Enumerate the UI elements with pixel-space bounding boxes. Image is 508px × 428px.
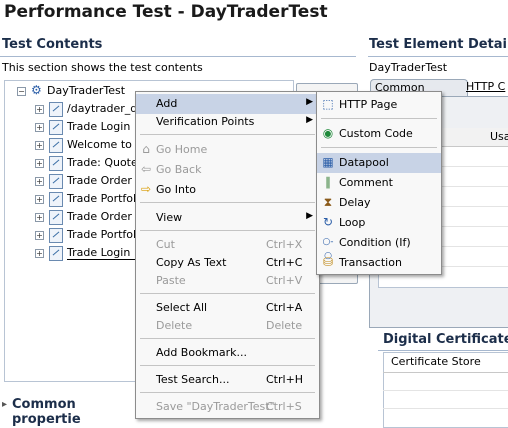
loop-icon: ↻: [322, 215, 334, 229]
page-icon: [49, 210, 63, 225]
submenu-arrow-icon: ▶: [306, 97, 313, 107]
menu-separator: [140, 338, 315, 339]
table-row-line: [383, 390, 508, 391]
menu-separator: [140, 134, 315, 135]
menu-separator: [321, 118, 437, 119]
menu-item-view[interactable]: View ▶: [136, 208, 319, 228]
page-icon: [49, 246, 63, 261]
add-submenu[interactable]: ⬚ HTTP Page ◉ Custom Code ▦ Datapool ∥ Comme…: [316, 91, 442, 275]
submenu-item-comment[interactable]: ∥ Comment: [317, 173, 441, 193]
expand-icon[interactable]: +: [35, 105, 44, 114]
test-icon: ⚙: [31, 83, 42, 97]
common-properties-label: Common propertie: [12, 397, 81, 427]
menu-separator: [140, 392, 315, 393]
submenu-item-delay[interactable]: ⧗ Delay: [317, 193, 441, 213]
page-icon: [49, 156, 63, 171]
collapse-icon[interactable]: −: [17, 87, 26, 96]
column-header[interactable]: Usa: [490, 130, 508, 143]
section-divider: [0, 56, 356, 57]
certificate-store-column[interactable]: Certificate Store: [391, 355, 481, 368]
menu-item-test-search[interactable]: Test Search... Ctrl+H: [136, 370, 319, 390]
menu-separator: [321, 147, 437, 148]
condition-icon: ○-○: [322, 237, 334, 261]
expand-arrow-icon[interactable]: ▸: [2, 399, 7, 410]
menu-separator: [140, 293, 315, 294]
submenu-item-loop[interactable]: ↻ Loop: [317, 213, 441, 233]
menu-separator: [140, 230, 315, 231]
context-menu[interactable]: Add ▶ Verification Points ▶ ⌂ Go Home ⇦ Go B…: [135, 91, 320, 419]
menu-item-save[interactable]: Save "DayTraderTest" Ctrl+S: [136, 397, 319, 417]
go-into-icon: ⇨: [140, 182, 152, 196]
digital-certificates-heading: Digital Certificates: [383, 332, 508, 347]
comment-icon: ∥: [325, 175, 331, 189]
page-icon: [49, 120, 63, 135]
section-divider: [368, 56, 508, 57]
menu-item-go-home[interactable]: ⌂ Go Home: [136, 140, 319, 160]
page-icon: [49, 192, 63, 207]
page-icon: [49, 102, 63, 117]
submenu-item-datapool[interactable]: ▦ Datapool: [317, 153, 441, 173]
delay-icon: ⧗: [323, 195, 333, 209]
menu-item-verification-points[interactable]: Verification Points ▶: [136, 112, 319, 132]
expand-icon[interactable]: +: [35, 159, 44, 168]
test-contents-heading: Test Contents: [2, 37, 103, 52]
expand-icon[interactable]: +: [35, 177, 44, 186]
expand-icon[interactable]: +: [35, 195, 44, 204]
menu-item-paste[interactable]: Paste Ctrl+V: [136, 271, 319, 291]
submenu-item-custom-code[interactable]: ◉ Custom Code: [317, 124, 441, 144]
home-icon: ⌂: [142, 142, 150, 156]
expand-icon[interactable]: +: [35, 231, 44, 240]
submenu-item-http-page[interactable]: ⬚ HTTP Page: [317, 95, 441, 115]
custom-code-icon: ◉: [322, 126, 334, 140]
submenu-arrow-icon: ▶: [306, 211, 313, 221]
menu-item-go-into[interactable]: ⇨ Go Into: [136, 180, 319, 200]
transaction-icon: ⛁: [322, 255, 334, 269]
section-divider: [378, 350, 508, 351]
menu-item-add[interactable]: Add ▶: [136, 94, 319, 114]
menu-item-go-back[interactable]: ⇦ Go Back: [136, 160, 319, 180]
expand-icon[interactable]: +: [35, 141, 44, 150]
page-icon: [49, 228, 63, 243]
menu-separator: [140, 202, 315, 203]
page-icon: [49, 174, 63, 189]
menu-item-add-bookmark[interactable]: Add Bookmark...: [136, 343, 319, 363]
menu-item-cut[interactable]: Cut Ctrl+X: [136, 235, 319, 255]
page-icon: [49, 138, 63, 153]
table-header-line: [383, 372, 508, 373]
http-page-icon: ⬚: [322, 97, 334, 111]
menu-separator: [140, 365, 315, 366]
datapool-icon: ▦: [322, 155, 334, 169]
table-row-line: [383, 408, 508, 409]
menu-item-copy-as-text[interactable]: Copy As Text Ctrl+C: [136, 253, 319, 273]
expand-icon[interactable]: +: [35, 249, 44, 258]
submenu-item-condition[interactable]: ○-○ Condition (If): [317, 233, 441, 261]
tree-root-label: DayTraderTest: [47, 84, 126, 97]
page-title: Performance Test - DayTraderTest: [4, 2, 328, 22]
menu-item-select-all[interactable]: Select All Ctrl+A: [136, 298, 319, 318]
submenu-item-transaction[interactable]: ⛁ Transaction: [317, 253, 441, 273]
submenu-arrow-icon: ▶: [306, 115, 313, 125]
test-element-details-heading: Test Element Details: [369, 37, 508, 52]
element-name: DayTraderTest: [369, 61, 448, 74]
expand-icon[interactable]: +: [35, 213, 44, 222]
menu-item-delete[interactable]: Delete Delete: [136, 316, 319, 336]
tab-http[interactable]: HTTP C: [466, 79, 508, 95]
back-arrow-icon: ⇦: [140, 162, 152, 176]
test-contents-description: This section shows the test contents: [2, 61, 203, 74]
expand-icon[interactable]: +: [35, 123, 44, 132]
